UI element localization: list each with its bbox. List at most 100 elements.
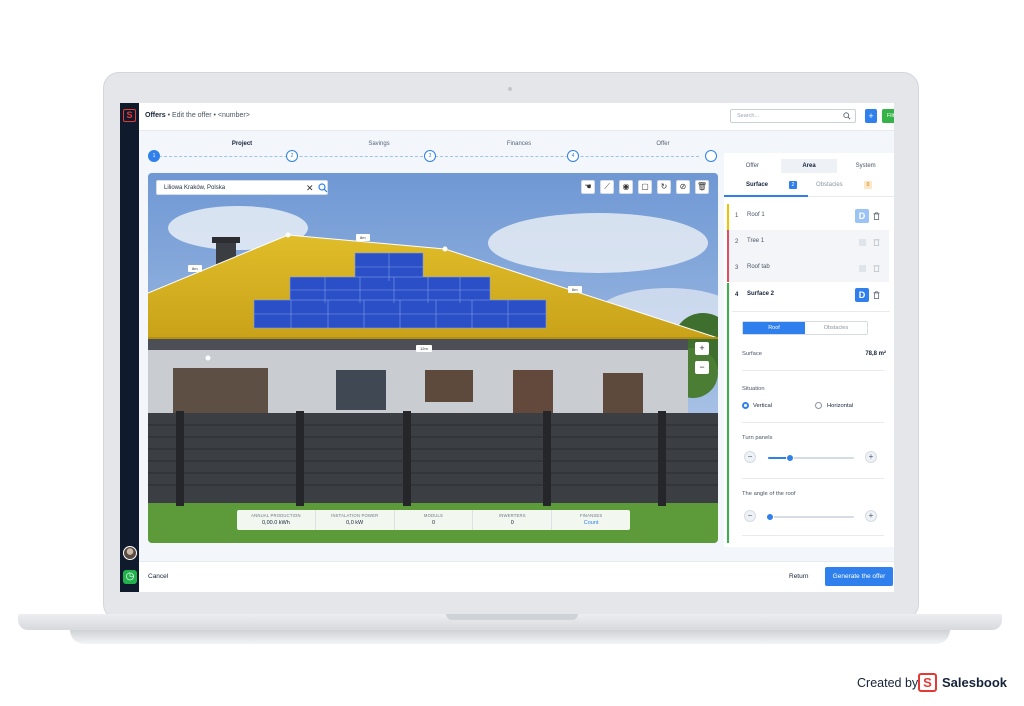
layer-number: 1 [735,213,739,219]
step-label-finances[interactable]: Finances [479,141,559,147]
stat-value: 0,0 kW [346,520,364,526]
laptop-base-shadow [70,630,950,644]
layer-item-surface-2[interactable]: 4 Surface 2 D [727,283,889,309]
turn-panels-slider[interactable] [768,454,854,462]
tab-offer[interactable]: Offer [724,159,781,173]
divider [732,311,890,312]
active-layer-bar [727,283,729,543]
vertical-radio[interactable] [742,402,749,409]
hand-icon[interactable]: ☚ [581,180,595,194]
step-label-savings[interactable]: Savings [339,141,419,147]
stat-finances: FINANSES Count [552,510,630,530]
dimension-label: 6m [188,265,202,272]
stat-value: 0 [431,520,436,526]
roof-angle-increase-button[interactable]: + [865,510,877,522]
breadcrumb-offers[interactable]: Offers [145,112,166,119]
slider-thumb[interactable] [765,513,774,521]
step-circle-1[interactable]: 1 [148,150,160,162]
subtab-surface[interactable]: Surface [746,182,768,188]
progress-stepper: Project Savings Finances Offer 1 2 3 4 [139,131,724,171]
trash-icon [873,239,880,246]
step-circle-4[interactable]: 4 [567,150,579,162]
salesbook-logo-icon: S [918,673,937,692]
stat-label: INWERTERS [498,513,526,518]
trash-icon[interactable] [873,212,880,220]
zoom-out-button[interactable]: − [695,361,709,374]
tab-area[interactable]: Area [780,159,838,173]
clear-icon[interactable]: ✕ [306,183,314,194]
avatar[interactable] [123,546,137,560]
point-icon[interactable]: ◉ [619,180,633,194]
filters-button[interactable]: Filters ⌄ [882,109,894,123]
turn-panels-decrease-button[interactable]: − [744,451,756,463]
rotate-icon[interactable]: ↻ [657,180,671,194]
step-circle-3[interactable]: 3 [424,150,436,162]
horizontal-label[interactable]: Horizontal [827,403,853,409]
bookmark-icon[interactable]: ▢ [638,180,652,194]
d-button[interactable]: D [855,288,869,302]
trash-icon [873,265,880,272]
app-screen: S ◷ Offers • Edit the offer • <number> S… [120,103,894,592]
search-icon[interactable] [318,183,328,193]
layer-name: Surface 2 [747,291,775,297]
clock-icon[interactable]: ◷ [123,570,137,584]
generate-offer-button[interactable]: Generate the offer [825,567,893,586]
cancel-button[interactable]: Cancel [148,573,168,580]
layer-item-roof-1[interactable]: 1 Roof 1 D [727,204,889,230]
add-button[interactable]: + [865,109,877,123]
address-field[interactable]: Liliowa Kraków, Polska ✕ [156,180,328,195]
roof-angle-label: The angle of the roof [742,491,796,497]
stat-value: 0 [510,520,514,526]
d-button[interactable]: D [855,209,869,223]
panel-tabs: Offer Area System [724,159,894,173]
search-placeholder: Search... [737,113,760,119]
surface-count-badge: 2 [789,181,797,189]
layer-name: Roof tab [747,264,770,270]
layer-color-bar [727,256,729,282]
step-circle-2[interactable]: 2 [286,150,298,162]
app-logo-icon[interactable]: S [123,109,136,122]
step-circle-end[interactable] [705,150,717,162]
divider [742,370,884,371]
turn-panels-increase-button[interactable]: + [865,451,877,463]
d-placeholder-icon [859,239,866,246]
search-icon[interactable] [843,112,851,120]
obstacles-toggle-button[interactable]: Obstacles [805,322,867,334]
stat-annual-production: ANNUAL PRODUCTION 0,00.0 kWh [237,510,316,530]
measure-line-icon[interactable]: ⟋ [600,180,614,194]
delete-icon[interactable]: 🗑 [695,180,709,194]
surface-label: Surface [742,351,762,357]
roof-design-canvas[interactable]: 6m 8m 6m 12m Liliowa Kraków, Polska ✕ ☚ … [148,173,718,543]
vertical-label[interactable]: Vertical [753,403,772,409]
roof-angle-decrease-button[interactable]: − [744,510,756,522]
horizontal-radio[interactable] [815,402,822,409]
search-input[interactable]: Search... [730,109,856,123]
left-rail: S ◷ [120,103,139,592]
divider [742,478,884,479]
salesbook-name: Salesbook [942,675,1008,690]
layer-name: Tree 1 [747,238,765,244]
laptop-notch [446,614,578,620]
layer-item-tree-1[interactable]: 2 Tree 1 [727,230,889,256]
hide-icon[interactable]: ⊘ [676,180,690,194]
obstacles-count-badge: 0 [864,181,872,189]
step-label-offer[interactable]: Offer [623,141,703,147]
situation-label: Situation [742,386,765,392]
subtab-obstacles[interactable]: Obstacles [816,182,843,188]
divider [742,422,884,423]
trash-icon[interactable] [873,291,880,299]
tab-system[interactable]: System [837,159,894,173]
subtabs: Surface 2 Obstacles 0 [724,175,894,197]
stat-label: MODULS [423,513,444,518]
roof-toggle-button[interactable]: Roof [743,322,805,334]
return-button[interactable]: Return [789,573,809,580]
zoom-in-button[interactable]: + [695,342,709,355]
count-link[interactable]: Count [552,520,630,526]
layer-item-roof-tab[interactable]: 3 Roof tab [727,256,889,282]
stat-label: INSTALATION POWER [331,513,379,518]
step-label-project[interactable]: Project [202,141,282,147]
roof-angle-slider[interactable] [765,513,854,521]
slider-thumb[interactable] [785,454,794,462]
dimension-label: 6m [568,286,582,293]
breadcrumb-edit[interactable]: Edit the offer [172,112,212,119]
